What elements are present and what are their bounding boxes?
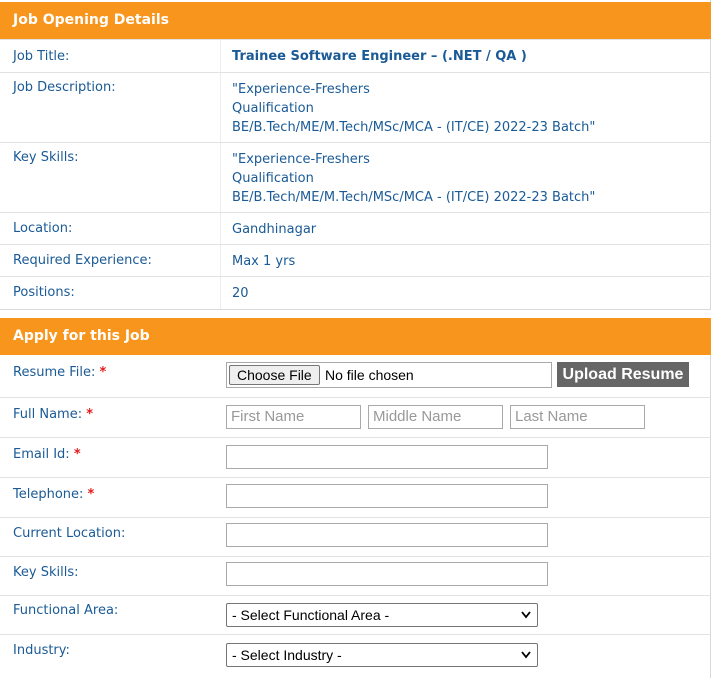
functional-area-label: Functional Area: [13,603,119,618]
required-mark: * [87,487,95,502]
email-label: Email Id: * [13,447,81,462]
job-details-header: Job Opening Details [0,2,711,39]
positions-value: 20 [232,286,249,301]
full-name-label-text: Full Name: [13,407,83,422]
key-skills-value: "Experience-Freshers Qualification BE/B.… [232,150,595,207]
location-label: Location: [13,221,73,236]
current-location-label: Current Location: [13,526,126,541]
job-title-row: Job Title: Trainee Software Engineer – (… [0,39,711,72]
email-label-text: Email Id: [13,447,70,462]
positions-row: Positions: 20 [0,276,711,309]
functional-area-select[interactable]: - Select Functional Area - [226,603,538,627]
key-skills-line: BE/B.Tech/ME/M.Tech/MSc/MCA - (IT/CE) 20… [232,190,596,205]
file-status: No file chosen [325,367,414,383]
key-skills-input[interactable] [226,562,548,586]
resume-label: Resume File: * [13,365,106,380]
key-skills-label: Key Skills: [13,150,79,165]
key-skills-line: "Experience-Freshers [232,152,370,167]
industry-select[interactable]: - Select Industry - [226,643,538,667]
location-row: Location: Gandhinagar [0,212,711,244]
job-description-row: Job Description: "Experience-Freshers Qu… [0,72,711,142]
positions-label: Positions: [13,285,75,300]
telephone-label: Telephone: * [13,487,94,502]
industry-label: Industry: [13,643,70,658]
job-description-label: Job Description: [13,80,116,95]
key-skills-input-label: Key Skills: [13,565,79,580]
job-title-value: Trainee Software Engineer – (.NET / QA ) [232,49,527,64]
industry-selected: - Select Industry - [232,647,342,663]
full-name-label: Full Name: * [13,407,93,422]
middle-name-input[interactable]: Middle Name [368,405,503,429]
key-skills-row: Key Skills: "Experience-Freshers Qualifi… [0,142,711,212]
apply-header: Apply for this Job [0,318,711,355]
required-mark: * [86,407,94,422]
chevron-down-icon [521,651,531,659]
required-experience-value: Max 1 yrs [232,254,296,269]
chevron-down-icon [521,611,531,619]
choose-file-button[interactable]: Choose File [229,365,320,385]
email-input[interactable] [226,445,548,469]
apply-form: Resume File: * Full Name: * Email Id: * … [0,355,711,678]
job-description-line: BE/B.Tech/ME/M.Tech/MSc/MCA - (IT/CE) 20… [232,120,596,135]
job-opening-details-panel: Job Opening Details Job Title: Trainee S… [0,0,711,310]
last-name-input[interactable]: Last Name [510,405,645,429]
required-mark: * [73,447,81,462]
upload-resume-button[interactable]: Upload Resume [557,362,689,387]
telephone-label-text: Telephone: [13,487,84,502]
functional-area-selected: - Select Functional Area - [232,607,390,623]
location-value: Gandhinagar [232,222,317,237]
job-description-value: "Experience-Freshers Qualification BE/B.… [232,80,595,137]
job-description-line: "Experience-Freshers [232,82,370,97]
resume-label-text: Resume File: [13,365,96,380]
required-experience-row: Required Experience: Max 1 yrs [0,244,711,276]
required-mark: * [99,365,107,380]
telephone-input[interactable] [226,484,548,508]
required-experience-label: Required Experience: [13,253,152,268]
resume-file-input[interactable]: Choose File No file chosen [226,362,552,388]
first-name-input[interactable]: First Name [226,405,361,429]
current-location-input[interactable] [226,523,548,547]
job-description-line: Qualification [232,101,314,116]
key-skills-line: Qualification [232,171,314,186]
job-title-label: Job Title: [13,49,70,64]
